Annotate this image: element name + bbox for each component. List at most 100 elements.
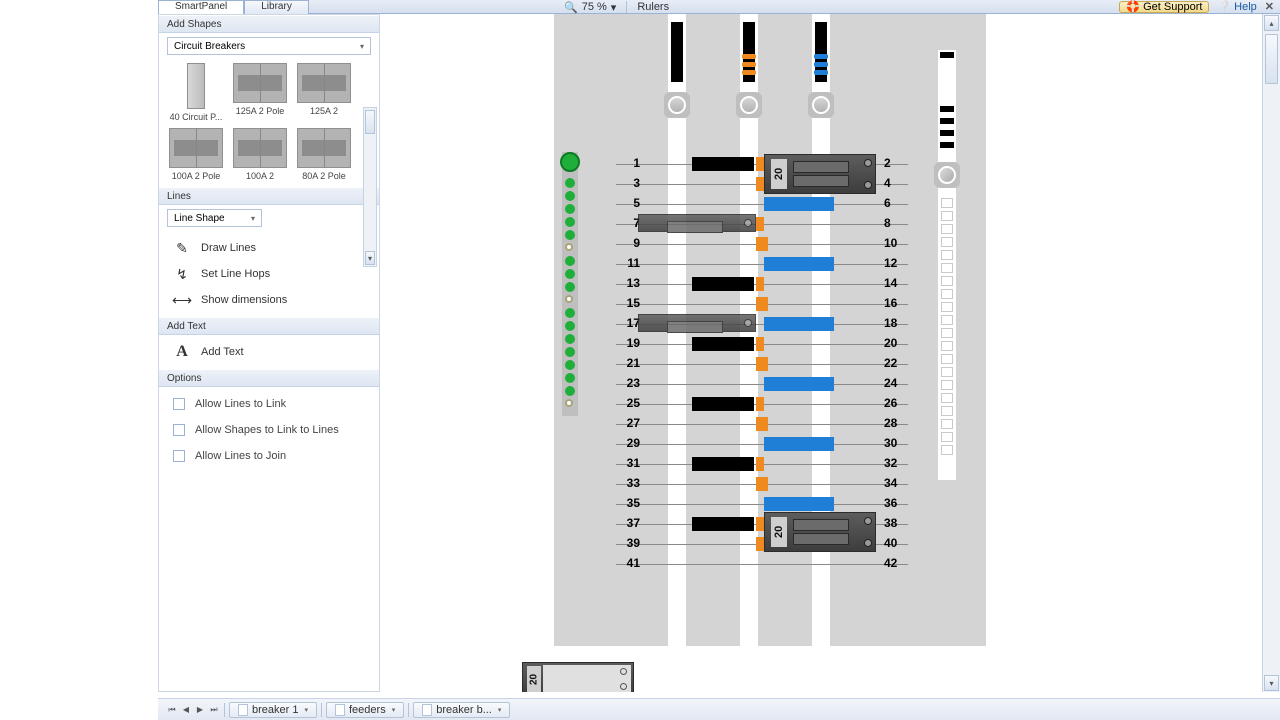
prev-page-icon[interactable]: ◀ (180, 703, 192, 717)
shape-category-select[interactable]: Circuit Breakers (167, 37, 371, 55)
loose-breaker[interactable]: 20 (522, 662, 634, 692)
breaker-panel[interactable]: 1234567891011121314151617181920212223242… (554, 14, 986, 646)
circuit-row[interactable]: 1516 (602, 294, 922, 314)
wire-blue[interactable] (764, 317, 834, 331)
page-tab-2[interactable]: feeders (326, 702, 404, 718)
shape-thumb[interactable]: 125A 2 Pole (231, 63, 289, 122)
breaker-switch[interactable] (667, 321, 723, 333)
scroll-up-icon[interactable]: ▴ (1264, 15, 1279, 31)
wire-orange[interactable] (756, 517, 764, 531)
neutral-terminal[interactable] (941, 393, 953, 403)
breaker-switch[interactable] (793, 519, 849, 531)
circuit-row[interactable]: 3334 (602, 474, 922, 494)
neutral-terminal[interactable] (941, 328, 953, 338)
ground-terminal[interactable] (565, 308, 575, 318)
neutral-terminal[interactable] (941, 276, 953, 286)
wire-blue[interactable] (764, 497, 834, 511)
last-page-icon[interactable]: ⏭ (208, 703, 220, 717)
wire-blue[interactable] (764, 257, 834, 271)
circuit-row[interactable]: 2526 (602, 394, 922, 414)
page-nav[interactable]: ⏮◀▶⏭ (166, 703, 220, 717)
wire-black[interactable] (692, 157, 754, 171)
bus-a-lug[interactable] (664, 92, 690, 118)
neutral-terminal[interactable] (941, 367, 953, 377)
neutral-terminal[interactable] (941, 289, 953, 299)
breaker-switch[interactable] (793, 175, 849, 187)
neutral-lug[interactable] (934, 162, 960, 188)
circuit-row[interactable]: 1314 (602, 274, 922, 294)
neutral-terminal[interactable] (941, 250, 953, 260)
zoom-level[interactable]: 75 % (582, 1, 607, 13)
zoom-out-icon[interactable]: 🔍 (564, 1, 578, 14)
ground-terminal[interactable] (565, 386, 575, 396)
checkbox-icon[interactable] (173, 424, 185, 436)
zoom-dropdown-icon[interactable]: ▾ (611, 1, 617, 14)
ground-terminal[interactable] (565, 204, 575, 214)
neutral-terminal[interactable] (941, 380, 953, 390)
shape-thumb[interactable]: 80A 2 Pole (295, 128, 353, 181)
line-tool[interactable]: ⟷Show dimensions (159, 287, 379, 313)
bus-b-lug[interactable] (736, 92, 762, 118)
circuit-row[interactable]: 2122 (602, 354, 922, 374)
bus-c-lug[interactable] (808, 92, 834, 118)
line-tool[interactable]: ✎Draw Lines (159, 235, 379, 261)
neutral-terminal[interactable] (941, 432, 953, 442)
circuit-row[interactable]: 1112 (602, 254, 922, 274)
wire-black[interactable] (692, 337, 754, 351)
wire-orange[interactable] (756, 417, 768, 431)
wire-orange[interactable] (756, 217, 764, 231)
wire-orange[interactable] (756, 157, 764, 171)
ground-terminal[interactable] (565, 334, 575, 344)
circuit-row[interactable]: 4142 (602, 554, 922, 574)
help-button[interactable]: ❔Help (1217, 0, 1256, 13)
wire-blue[interactable] (764, 377, 834, 391)
option-checkbox[interactable]: Allow Shapes to Link to Lines (159, 417, 379, 443)
page-tab-3[interactable]: breaker b... (413, 702, 510, 718)
scroll-down-icon[interactable]: ▾ (365, 251, 375, 265)
line-shape-select[interactable]: Line Shape (167, 209, 262, 227)
neutral-bar[interactable] (938, 50, 956, 480)
ground-terminal[interactable] (565, 399, 573, 407)
scrollbar-thumb[interactable] (1265, 34, 1278, 84)
circuit-row[interactable]: 56 (602, 194, 922, 214)
breaker[interactable]: 20 (764, 154, 876, 194)
gallery-scrollbar[interactable]: ▾ (363, 107, 377, 267)
neutral-terminal[interactable] (941, 211, 953, 221)
shape-thumb[interactable]: 100A 2 Pole (167, 128, 225, 181)
wire-blue[interactable] (764, 197, 834, 211)
neutral-terminal[interactable] (941, 341, 953, 351)
ground-terminal[interactable] (565, 282, 575, 292)
ground-terminal[interactable] (565, 178, 575, 188)
tab-library[interactable]: Library (244, 0, 309, 14)
scroll-down-icon[interactable]: ▾ (1264, 675, 1279, 691)
scrollbar-thumb[interactable] (365, 110, 375, 134)
canvas-scrollbar[interactable]: ▴ ▾ (1262, 14, 1280, 692)
breaker-switch[interactable] (667, 221, 723, 233)
circuit-row[interactable]: 2930 (602, 434, 922, 454)
breaker[interactable]: 20 (764, 512, 876, 552)
wire-orange[interactable] (756, 397, 764, 411)
shape-thumb[interactable]: 40 Circuit P... (167, 63, 225, 122)
ground-bar[interactable] (562, 152, 578, 416)
get-support-button[interactable]: 🛟Get Support (1119, 1, 1209, 13)
page-tab-1[interactable]: breaker 1 (229, 702, 317, 718)
circuit-row[interactable]: 2324 (602, 374, 922, 394)
neutral-terminal[interactable] (941, 224, 953, 234)
wire-black[interactable] (692, 397, 754, 411)
wire-orange[interactable] (756, 477, 768, 491)
neutral-terminal[interactable] (941, 302, 953, 312)
breaker-switch[interactable] (793, 533, 849, 545)
breaker[interactable] (638, 314, 756, 332)
breaker[interactable] (638, 214, 756, 232)
neutral-terminal[interactable] (941, 263, 953, 273)
neutral-terminal[interactable] (941, 445, 953, 455)
wire-black[interactable] (692, 517, 754, 531)
close-icon[interactable]: ✕ (1265, 0, 1274, 13)
circuit-row[interactable]: 3536 (602, 494, 922, 514)
wire-blue[interactable] (764, 437, 834, 451)
circuit-row[interactable]: 1920 (602, 334, 922, 354)
neutral-terminal[interactable] (941, 315, 953, 325)
neutral-terminal[interactable] (941, 198, 953, 208)
wire-orange[interactable] (756, 357, 768, 371)
ground-lug[interactable] (560, 152, 580, 172)
